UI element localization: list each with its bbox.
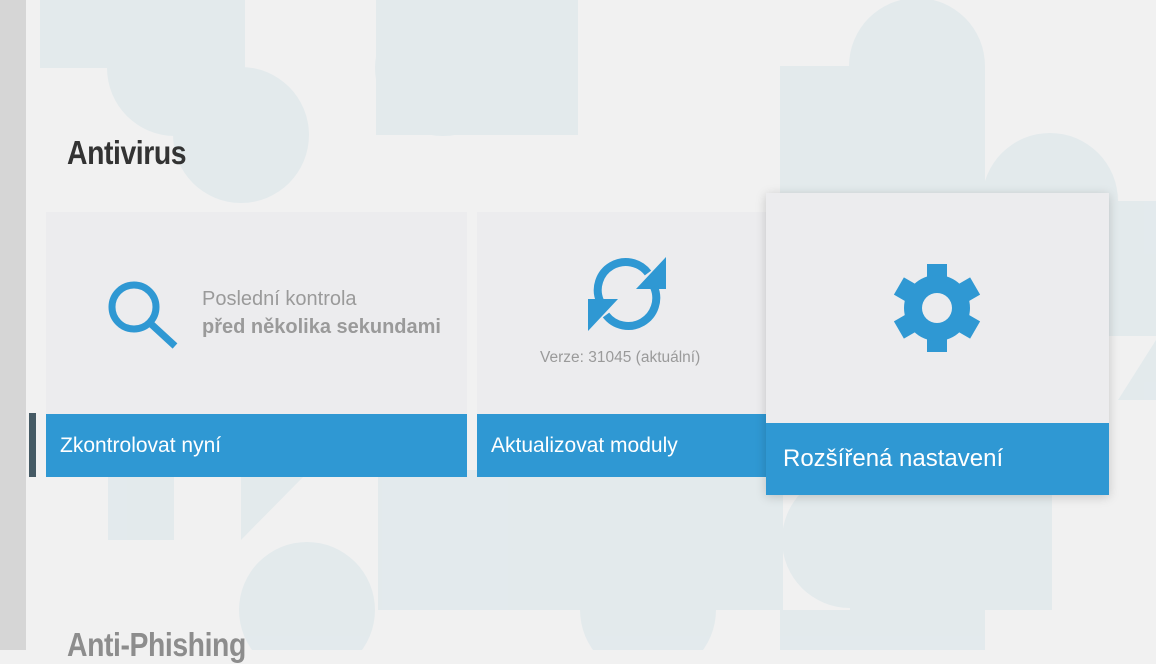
update-tile[interactable]: Aktualizovat moduly	[477, 212, 775, 477]
last-scan-label: Poslední kontrola	[202, 288, 357, 310]
refresh-icon	[586, 255, 668, 333]
gear-icon	[893, 264, 981, 352]
version-info: Verze: 31045 (aktuální)	[540, 349, 701, 366]
last-scan-value: před několika sekundami	[202, 316, 441, 338]
scan-now-button[interactable]: Zkontrolovat nyní	[46, 414, 467, 477]
update-modules-label: Aktualizovat moduly	[491, 433, 678, 457]
last-scan-info: Poslední kontrola před několika sekundam…	[202, 286, 441, 342]
left-rail	[0, 0, 26, 650]
advanced-settings-button[interactable]: Rozšířená nastavení	[766, 423, 1109, 495]
section-title-antivirus: Antivirus	[67, 134, 187, 171]
section-title-antiphishing: Anti-Phishing	[67, 626, 246, 663]
search-icon	[104, 278, 180, 350]
scan-now-label: Zkontrolovat nyní	[60, 433, 222, 457]
advanced-settings-label: Rozšířená nastavení	[783, 445, 1004, 472]
update-modules-button[interactable]: Aktualizovat moduly	[477, 414, 775, 477]
